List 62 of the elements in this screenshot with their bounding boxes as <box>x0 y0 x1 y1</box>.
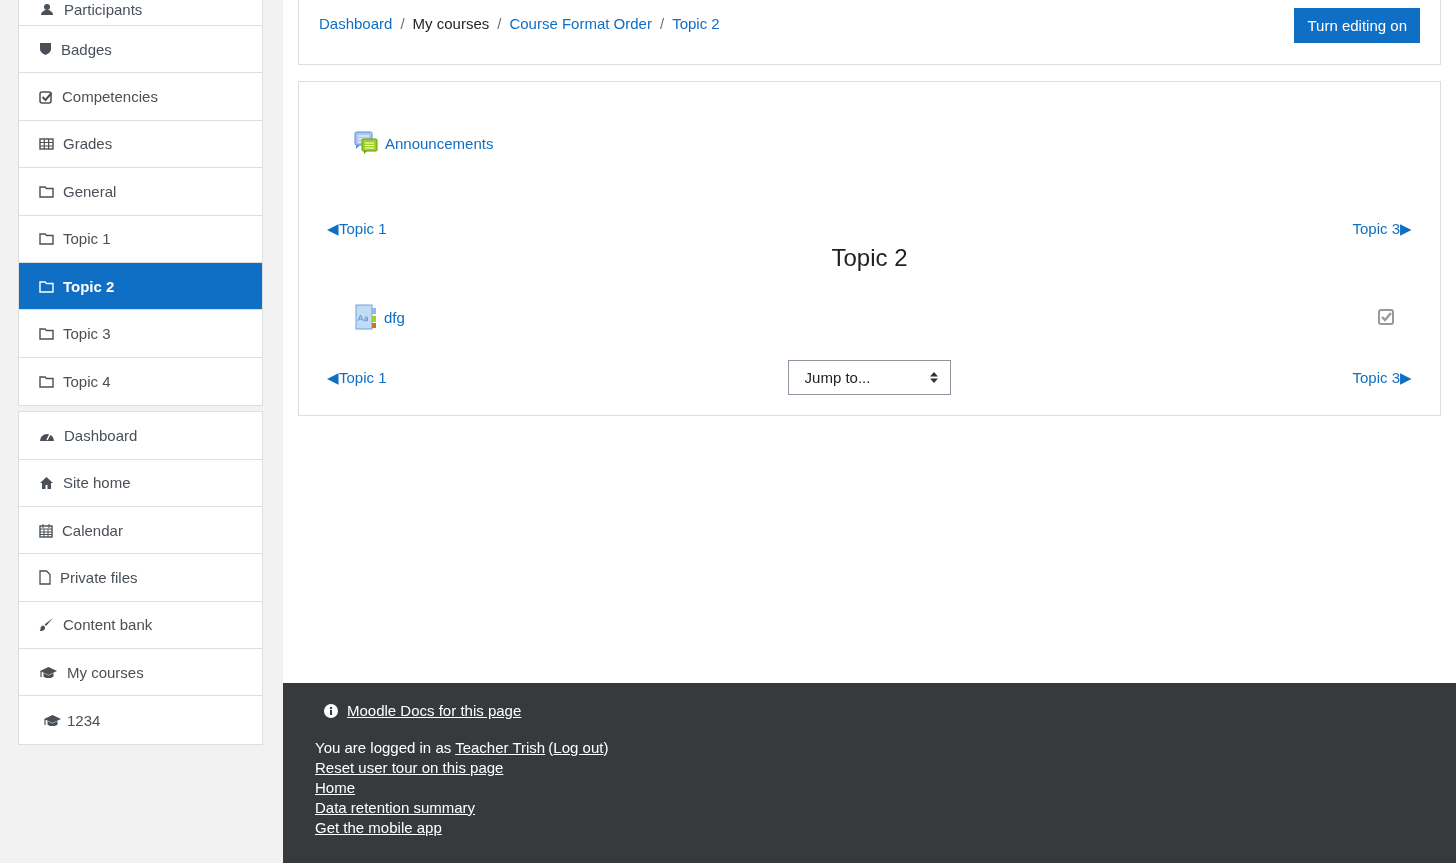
sidebar-item[interactable]: Site home <box>19 459 262 507</box>
breadcrumb-separator: / <box>400 15 405 32</box>
paren-text: ) <box>603 739 609 756</box>
folder-icon <box>39 232 54 246</box>
breadcrumb-link[interactable]: Topic 2 <box>672 15 720 32</box>
sidebar-item[interactable]: 1234 <box>19 696 262 744</box>
sidebar-item[interactable]: Participants <box>19 0 262 26</box>
sidebar-item[interactable]: Private files <box>19 554 262 602</box>
sidebar-item[interactable]: Topic 3 <box>19 310 262 358</box>
footer-link[interactable]: Reset user tour on this page <box>315 759 504 776</box>
breadcrumb-separator: / <box>659 15 665 32</box>
sort-icon <box>930 372 939 383</box>
sidebar-item[interactable]: Competencies <box>19 73 262 121</box>
sidebar-item[interactable]: Badges <box>19 26 262 74</box>
sidebar-item[interactable]: My courses <box>19 649 262 697</box>
log-out-link[interactable]: Log out <box>553 739 604 756</box>
breadcrumb-separator: / <box>497 15 502 32</box>
footer-link[interactable]: Get the mobile app <box>315 819 442 836</box>
home-icon <box>39 476 54 490</box>
turn-editing-on-button[interactable]: Turn editing on <box>1294 8 1420 43</box>
footer-link[interactable]: Data retention summary <box>315 799 476 816</box>
sidebar-item[interactable]: Grades <box>19 120 262 169</box>
previous-section-link[interactable]: ◀Topic 1 <box>327 368 387 387</box>
sidebar-item[interactable]: Calendar <box>19 506 262 555</box>
sidebar-item[interactable]: Topic 2 <box>19 262 262 311</box>
folder-icon <box>39 184 54 198</box>
activity-link[interactable]: Announcements <box>385 134 494 152</box>
shield-icon <box>39 42 52 57</box>
sidebar-item[interactable]: Topic 4 <box>19 357 262 406</box>
next-section-link[interactable]: Topic 3▶ <box>1352 368 1412 387</box>
users-icon <box>39 3 55 15</box>
folder-icon <box>39 374 54 388</box>
folder-icon <box>39 327 54 341</box>
section-title: Topic 2 <box>830 244 909 272</box>
sidebar-item[interactable]: General <box>19 168 262 216</box>
file-icon <box>39 570 51 585</box>
sidebar-item[interactable]: Content bank <box>19 601 262 650</box>
paren-text: ( <box>548 739 554 756</box>
breadcrumb-link[interactable]: Dashboard <box>319 15 393 32</box>
breadcrumb-link[interactable]: Course Format Order <box>509 15 652 32</box>
table-icon <box>39 137 54 150</box>
checkbox-icon <box>39 89 53 104</box>
brush-icon <box>39 617 54 633</box>
logged-in-text: You are logged in as <box>315 739 452 756</box>
info-icon <box>324 703 338 718</box>
previous-section-link[interactable]: ◀Topic 1 <box>327 220 387 238</box>
forum-icon <box>354 131 378 155</box>
calendar-icon <box>39 522 53 538</box>
completion-checkbox[interactable] <box>1378 309 1394 325</box>
sidebar-item[interactable]: Dashboard <box>19 412 262 460</box>
breadcrumb-text: My courses <box>412 15 490 32</box>
next-section-link[interactable]: Topic 3▶ <box>1352 220 1412 238</box>
user-profile-link[interactable]: Teacher Trish <box>455 739 546 756</box>
activity-link[interactable]: dfg <box>384 308 405 326</box>
page-icon <box>355 304 377 330</box>
graduation-cap-icon <box>43 713 62 727</box>
jump-to-select[interactable]: Jump to... <box>787 360 952 395</box>
footer-link[interactable]: Home <box>315 779 355 796</box>
moodle-docs-link[interactable]: Moodle Docs for this page <box>347 702 522 719</box>
sidebar-item[interactable]: Topic 1 <box>19 215 262 263</box>
graduation-cap-icon <box>39 665 58 679</box>
folder-icon <box>39 279 54 293</box>
